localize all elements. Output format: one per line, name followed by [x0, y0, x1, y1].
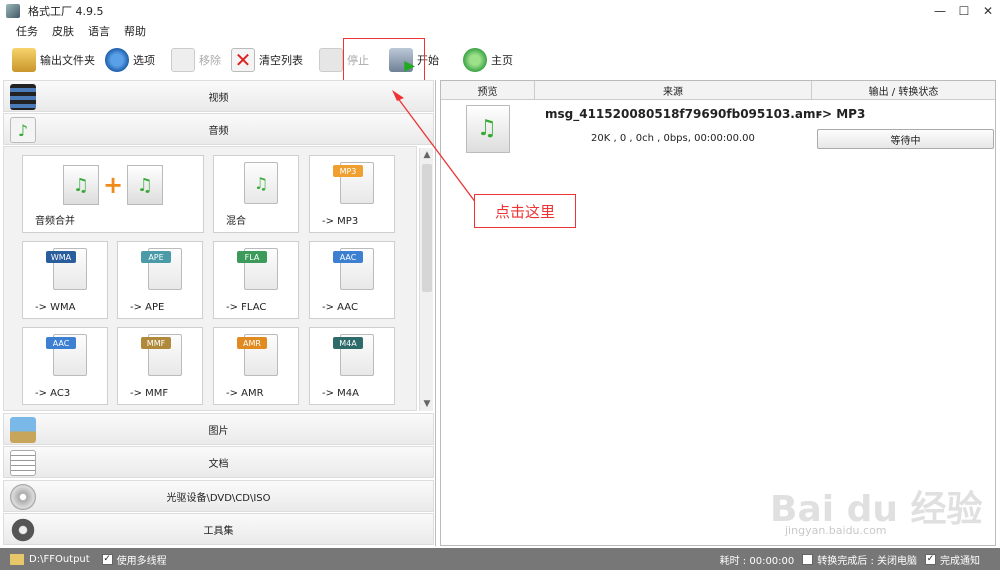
globe-icon — [463, 48, 487, 72]
column-header-preview[interactable]: 预览 — [441, 81, 535, 100]
multithread-checkbox[interactable]: ✓ — [101, 553, 113, 565]
tile-flac[interactable]: FLA -> FLAC — [213, 241, 299, 319]
home-button[interactable]: 主页 — [463, 45, 513, 75]
scroll-up-icon[interactable]: ▲ — [420, 148, 434, 162]
category-picture[interactable]: 图片 — [3, 413, 434, 445]
tile-audio-joiner[interactable]: ♫ + ♫ 音频合并 — [22, 155, 204, 233]
menu-language[interactable]: 语言 — [88, 23, 110, 39]
remove-icon — [171, 48, 195, 72]
elapsed-time: 耗时 : 00:00:00 — [719, 555, 795, 567]
menu-skin[interactable]: 皮肤 — [52, 23, 74, 39]
click-here-annotation: 点击这里 — [474, 194, 576, 228]
tile-wma[interactable]: WMA -> WMA — [22, 241, 108, 319]
minimize-button[interactable]: — — [928, 0, 952, 22]
task-list: 预览 来源 输出 / 转换状态 ♫ msg_411520080518f79690… — [440, 80, 996, 546]
mix-icon: ♫ — [244, 162, 278, 204]
menu-help[interactable]: 帮助 — [124, 23, 146, 39]
output-format: -> MP3 — [817, 107, 866, 121]
scroll-down-icon[interactable]: ▼ — [420, 397, 434, 411]
column-header-source[interactable]: 来源 — [535, 81, 812, 100]
maximize-button[interactable]: ☐ — [952, 0, 976, 22]
clear-icon: ✕ — [231, 48, 255, 72]
options-button[interactable]: 选项 — [105, 45, 155, 75]
tile-amr[interactable]: AMR -> AMR — [213, 327, 299, 405]
category-optical[interactable]: 光驱设备\DVD\CD\ISO — [3, 480, 434, 512]
app-icon — [6, 4, 20, 18]
scroll-thumb[interactable] — [422, 164, 432, 292]
tile-ac3[interactable]: AAC -> AC3 — [22, 327, 108, 405]
options-icon — [105, 48, 129, 72]
after-done-label: 转换完成后 : 关闭电脑 — [817, 555, 917, 567]
start-highlight-box — [343, 38, 425, 86]
column-header-output[interactable]: 输出 / 转换状态 — [812, 81, 995, 100]
watermark-url: jingyan.baidu.com — [785, 524, 887, 537]
clear-list-button[interactable]: ✕ 清空列表 — [231, 45, 303, 75]
menu-bar: 任务 皮肤 语言 帮助 — [0, 22, 1000, 40]
document-icon — [10, 450, 36, 476]
picture-icon — [10, 417, 36, 443]
film-icon — [10, 84, 36, 110]
stop-icon — [319, 48, 343, 72]
tools-icon — [10, 517, 36, 543]
tile-mmf[interactable]: MMF -> MMF — [117, 327, 203, 405]
close-button[interactable]: ✕ — [976, 0, 1000, 22]
folder-small-icon — [10, 553, 24, 565]
tile-aac[interactable]: AAC -> AAC — [309, 241, 395, 319]
disc-icon — [10, 484, 36, 510]
category-audio[interactable]: ♪ 音频 — [3, 113, 434, 145]
multithread-label: 使用多线程 — [116, 555, 167, 567]
category-document[interactable]: 文档 — [3, 446, 434, 478]
output-path[interactable]: D:\FFOutput — [29, 554, 90, 565]
notify-checkbox[interactable]: ✓ — [925, 553, 936, 565]
notify-label: 完成通知 — [940, 555, 980, 567]
status-bar: D:\FFOutput ✓ 使用多线程 耗时 : 00:00:00 转换完成后 … — [0, 548, 1000, 570]
tile-mix[interactable]: ♫ 混合 — [213, 155, 299, 233]
audio-file-thumbnail: ♫ — [466, 105, 510, 153]
folder-icon — [12, 48, 36, 72]
source-filename: msg_411520080518f79690fb095103.amr — [545, 107, 822, 121]
audio-format-grid: ♫ + ♫ 音频合并 ♫ 混合 MP3 -> MP3 WMA -> WMA AP… — [3, 146, 417, 411]
toolbar: 输出文件夹 选项 移除 ✕ 清空列表 停止 ▶ 开始 主页 — [0, 42, 1000, 78]
audio-joiner-icon: ♫ + ♫ — [63, 164, 163, 206]
shutdown-checkbox[interactable] — [802, 553, 814, 565]
menu-task[interactable]: 任务 — [16, 23, 38, 39]
music-note-icon: ♪ — [10, 117, 36, 143]
music-note-icon: ♫ — [477, 116, 497, 141]
tile-ape[interactable]: APE -> APE — [117, 241, 203, 319]
category-video[interactable]: 视频 — [3, 80, 434, 112]
output-folder-button[interactable]: 输出文件夹 — [12, 45, 95, 75]
tile-mp3[interactable]: MP3 -> MP3 — [309, 155, 395, 233]
window-title: 格式工厂 4.9.5 — [28, 5, 104, 18]
title-bar: 格式工厂 4.9.5 — ☐ ✕ — [0, 0, 1000, 22]
source-info: 20K , 0 , 0ch , 0bps, 00:00:00.00 — [591, 133, 755, 144]
category-tools[interactable]: 工具集 — [3, 513, 434, 545]
format-scrollbar[interactable]: ▲ ▼ — [419, 148, 433, 411]
status-button[interactable]: 等待中 — [817, 129, 994, 149]
remove-button[interactable]: 移除 — [171, 45, 221, 75]
tile-m4a[interactable]: M4A -> M4A — [309, 327, 395, 405]
